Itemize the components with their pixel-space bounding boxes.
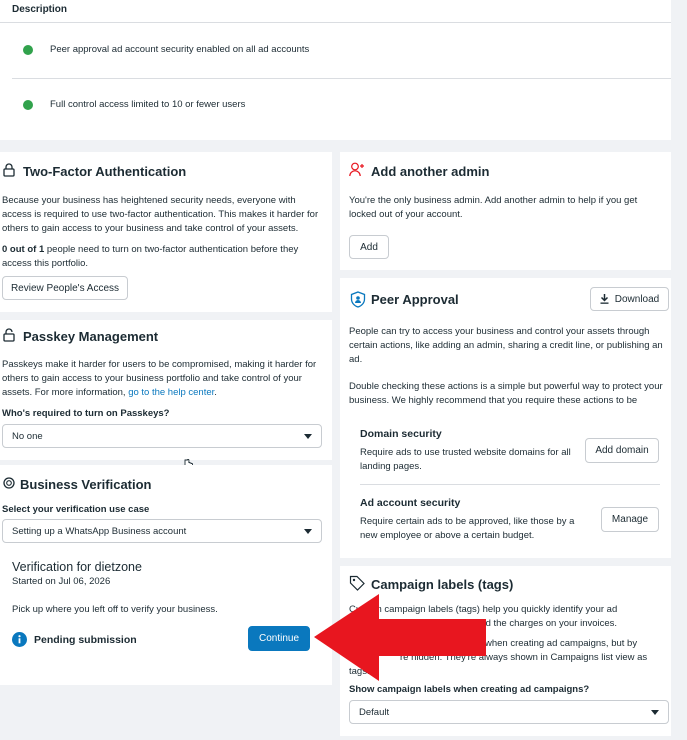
verification-use-case-value: Setting up a WhatsApp Business account — [12, 525, 187, 537]
shield-badge-icon — [3, 477, 15, 489]
peer-approval-card: Peer Approval Download People can try to… — [340, 278, 671, 558]
passkey-select[interactable]: No one — [2, 424, 322, 448]
add-person-icon — [349, 162, 364, 177]
pending-submission-status: Pending submission — [34, 634, 137, 646]
add-admin-body: You're the only business admin. Add anot… — [349, 195, 638, 220]
download-icon — [600, 294, 609, 304]
peer-approval-body-2: Double checking these actions is a simpl… — [349, 381, 663, 406]
help-center-link[interactable]: go to the help center — [128, 387, 214, 398]
peer-approval-title: Peer Approval — [371, 292, 459, 307]
passkey-body-end: . — [214, 387, 217, 398]
chevron-down-icon — [651, 710, 659, 715]
passkey-select-label: Who's required to turn on Passkeys? — [2, 408, 170, 419]
manage-button[interactable]: Manage — [601, 507, 659, 532]
status-dot-green — [23, 45, 33, 55]
verification-started-date: Started on Jul 06, 2026 — [12, 576, 111, 587]
domain-security-title: Domain security — [360, 428, 442, 440]
verification-use-case-select[interactable]: Setting up a WhatsApp Business account — [2, 519, 322, 543]
peer-approval-body-1: People can try to access your business a… — [349, 326, 663, 365]
campaign-labels-line-3: when creating ad campaigns, but by — [485, 638, 638, 649]
description-card: Description Peer approval ad account sec… — [0, 0, 671, 140]
description-header: Description — [12, 4, 68, 15]
business-verification-card: Business Verification Select your verifi… — [0, 465, 332, 685]
two-factor-card: Two-Factor Authentication Because your b… — [0, 152, 332, 312]
two-factor-title: Two-Factor Authentication — [23, 164, 187, 179]
passkey-select-value: No one — [12, 430, 43, 442]
passkey-title: Passkey Management — [23, 329, 159, 344]
red-arrow-annotation — [314, 594, 486, 681]
download-button[interactable]: Download — [590, 287, 669, 311]
download-label: Download — [614, 293, 660, 305]
campaign-labels-line-2: and the charges on your invoices. — [475, 618, 618, 629]
chevron-down-icon — [304, 529, 312, 534]
verification-for-title: Verification for dietzone — [12, 560, 142, 574]
add-admin-title: Add another admin — [371, 164, 490, 179]
description-item-1: Peer approval ad account security enable… — [50, 44, 310, 55]
two-factor-count-rest: people need to turn on two-factor authen… — [2, 244, 299, 269]
chevron-down-icon — [304, 434, 312, 439]
peer-approval-divider — [360, 484, 660, 485]
status-dot-green — [23, 100, 33, 110]
add-admin-button[interactable]: Add — [349, 235, 389, 259]
description-divider — [12, 78, 671, 79]
business-verification-title: Business Verification — [20, 477, 152, 492]
passkey-body: Passkeys make it harder for users to be … — [2, 358, 327, 400]
unlock-icon — [3, 328, 15, 342]
campaign-labels-title: Campaign labels (tags) — [371, 577, 514, 592]
tag-icon — [349, 575, 365, 591]
info-icon — [12, 632, 27, 647]
campaign-labels-select-value: Default — [359, 706, 390, 718]
description-item-2: Full control access limited to 10 or few… — [50, 99, 246, 110]
lock-icon — [3, 163, 15, 177]
review-access-button[interactable]: Review People's Access — [2, 276, 128, 300]
ad-account-security-title: Ad account security — [360, 497, 461, 509]
two-factor-body: Because your business has heightened sec… — [2, 195, 319, 234]
campaign-labels-select-label: Show campaign labels when creating ad ca… — [349, 684, 590, 695]
two-factor-count-bold: 0 out of 1 — [2, 244, 45, 255]
description-divider-top — [0, 22, 671, 23]
verification-message: Pick up where you left off to verify you… — [12, 604, 218, 615]
campaign-labels-select[interactable]: Default — [349, 700, 669, 724]
continue-button[interactable]: Continue — [248, 626, 310, 651]
add-domain-button[interactable]: Add domain — [585, 438, 659, 463]
shield-person-icon — [350, 291, 366, 308]
ad-account-security-body: Require certain ads to be approved, like… — [360, 516, 575, 541]
two-factor-count: 0 out of 1 people need to turn on two-fa… — [2, 243, 327, 271]
passkey-card: Passkey Management Passkeys make it hard… — [0, 320, 332, 460]
domain-security-body: Require ads to use trusted website domai… — [360, 447, 571, 472]
verification-use-case-label: Select your verification use case — [2, 504, 150, 515]
add-admin-card: Add another admin You're the only busine… — [340, 152, 671, 270]
